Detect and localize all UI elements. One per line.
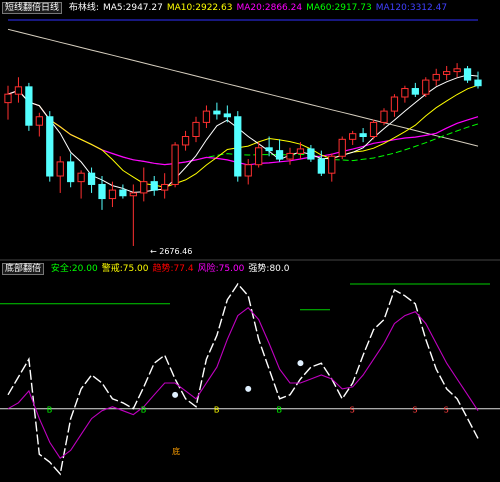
candle-up bbox=[56, 161, 64, 177]
candle-down bbox=[67, 161, 75, 183]
candle-up bbox=[453, 68, 461, 73]
candle-down bbox=[223, 113, 231, 118]
candle-down bbox=[463, 68, 472, 81]
candle-down bbox=[359, 133, 367, 138]
candle-up bbox=[349, 133, 357, 140]
candle-down bbox=[25, 86, 33, 126]
signal-marker: B bbox=[141, 406, 147, 415]
candle-up bbox=[77, 172, 85, 183]
candle-down bbox=[307, 148, 315, 160]
candle-up bbox=[422, 79, 430, 95]
candle-down bbox=[474, 79, 482, 87]
candle-down bbox=[265, 147, 273, 152]
candle-up bbox=[244, 164, 252, 177]
candle-down bbox=[234, 116, 242, 177]
bottom-legend-item: 安全:20.00 bbox=[50, 264, 98, 274]
candle-up bbox=[140, 181, 148, 194]
candle-up bbox=[328, 155, 336, 174]
candle-down bbox=[317, 158, 325, 174]
candle-up bbox=[4, 93, 12, 104]
candle-up bbox=[171, 144, 179, 185]
candle-up bbox=[181, 136, 190, 146]
candle-up bbox=[14, 86, 23, 95]
candle-up bbox=[255, 147, 263, 166]
signal-marker: S bbox=[444, 406, 449, 415]
candle-up bbox=[202, 110, 211, 123]
candle-up bbox=[286, 152, 294, 160]
signal-marker: B bbox=[214, 406, 220, 415]
candle-down bbox=[119, 189, 127, 197]
candle-up bbox=[129, 192, 137, 197]
bottom-legend-items: 安全:20.00 警戒:75.00 趋势:77.4 风险:75.00 强势:80.0 bbox=[51, 264, 294, 274]
candle-down bbox=[213, 110, 221, 115]
bottom-signal-marker: 底 bbox=[172, 446, 180, 456]
bottom-legend-item: 趋势:77.4 bbox=[152, 264, 194, 274]
candle-up bbox=[369, 121, 378, 138]
candle-up bbox=[380, 110, 388, 123]
candle-up bbox=[390, 96, 399, 112]
signal-dot bbox=[245, 385, 252, 392]
bottom-legend-item: 警戒:75.00 bbox=[101, 264, 149, 274]
plot-area[interactable]: B B B B S S S 底 bbox=[0, 0, 500, 482]
candle-up bbox=[443, 71, 451, 75]
signal-marker: B bbox=[277, 406, 283, 415]
candle-down bbox=[87, 172, 96, 185]
candle-up bbox=[108, 189, 117, 200]
candle-down bbox=[150, 181, 158, 191]
bottom-legend: 底部翻倍 安全:20.00 警戒:75.00 趋势:77.4 风险:75.00 强势:8… bbox=[2, 263, 498, 275]
signal-dot bbox=[297, 360, 304, 367]
candle-up bbox=[338, 138, 346, 157]
bottom-legend-item: 强势:80.0 bbox=[248, 264, 290, 274]
ma10-line bbox=[7, 84, 479, 188]
candle-up bbox=[35, 116, 43, 126]
candle-down bbox=[275, 150, 284, 160]
candle-up bbox=[161, 183, 169, 191]
oscillator-slow-line bbox=[7, 306, 479, 459]
long-trend-line bbox=[7, 28, 479, 147]
candle-up bbox=[432, 73, 440, 81]
stock-chart[interactable]: 短线翻倍日线 布林线: MA5:2947.27 MA10:2922.63 MA20:2… bbox=[0, 0, 500, 482]
candle-down bbox=[98, 183, 106, 200]
bottom-panel-name: 底部翻倍 bbox=[2, 263, 45, 275]
candle-up bbox=[401, 88, 409, 98]
ma20-line bbox=[7, 89, 479, 166]
signal-marker: S bbox=[412, 406, 417, 415]
signal-dot bbox=[172, 391, 179, 398]
ma60-line bbox=[7, 89, 479, 166]
candle-down bbox=[46, 116, 54, 177]
candle-down bbox=[411, 88, 419, 95]
candle-up bbox=[296, 148, 305, 154]
signal-marker: B bbox=[47, 406, 53, 415]
oscillator-signal-line bbox=[7, 282, 479, 476]
candle-up bbox=[192, 121, 200, 138]
signal-marker: S bbox=[350, 406, 355, 415]
low-price-marker: ← 2676.46 bbox=[150, 247, 193, 256]
bottom-legend-item: 风险:75.00 bbox=[197, 264, 245, 274]
